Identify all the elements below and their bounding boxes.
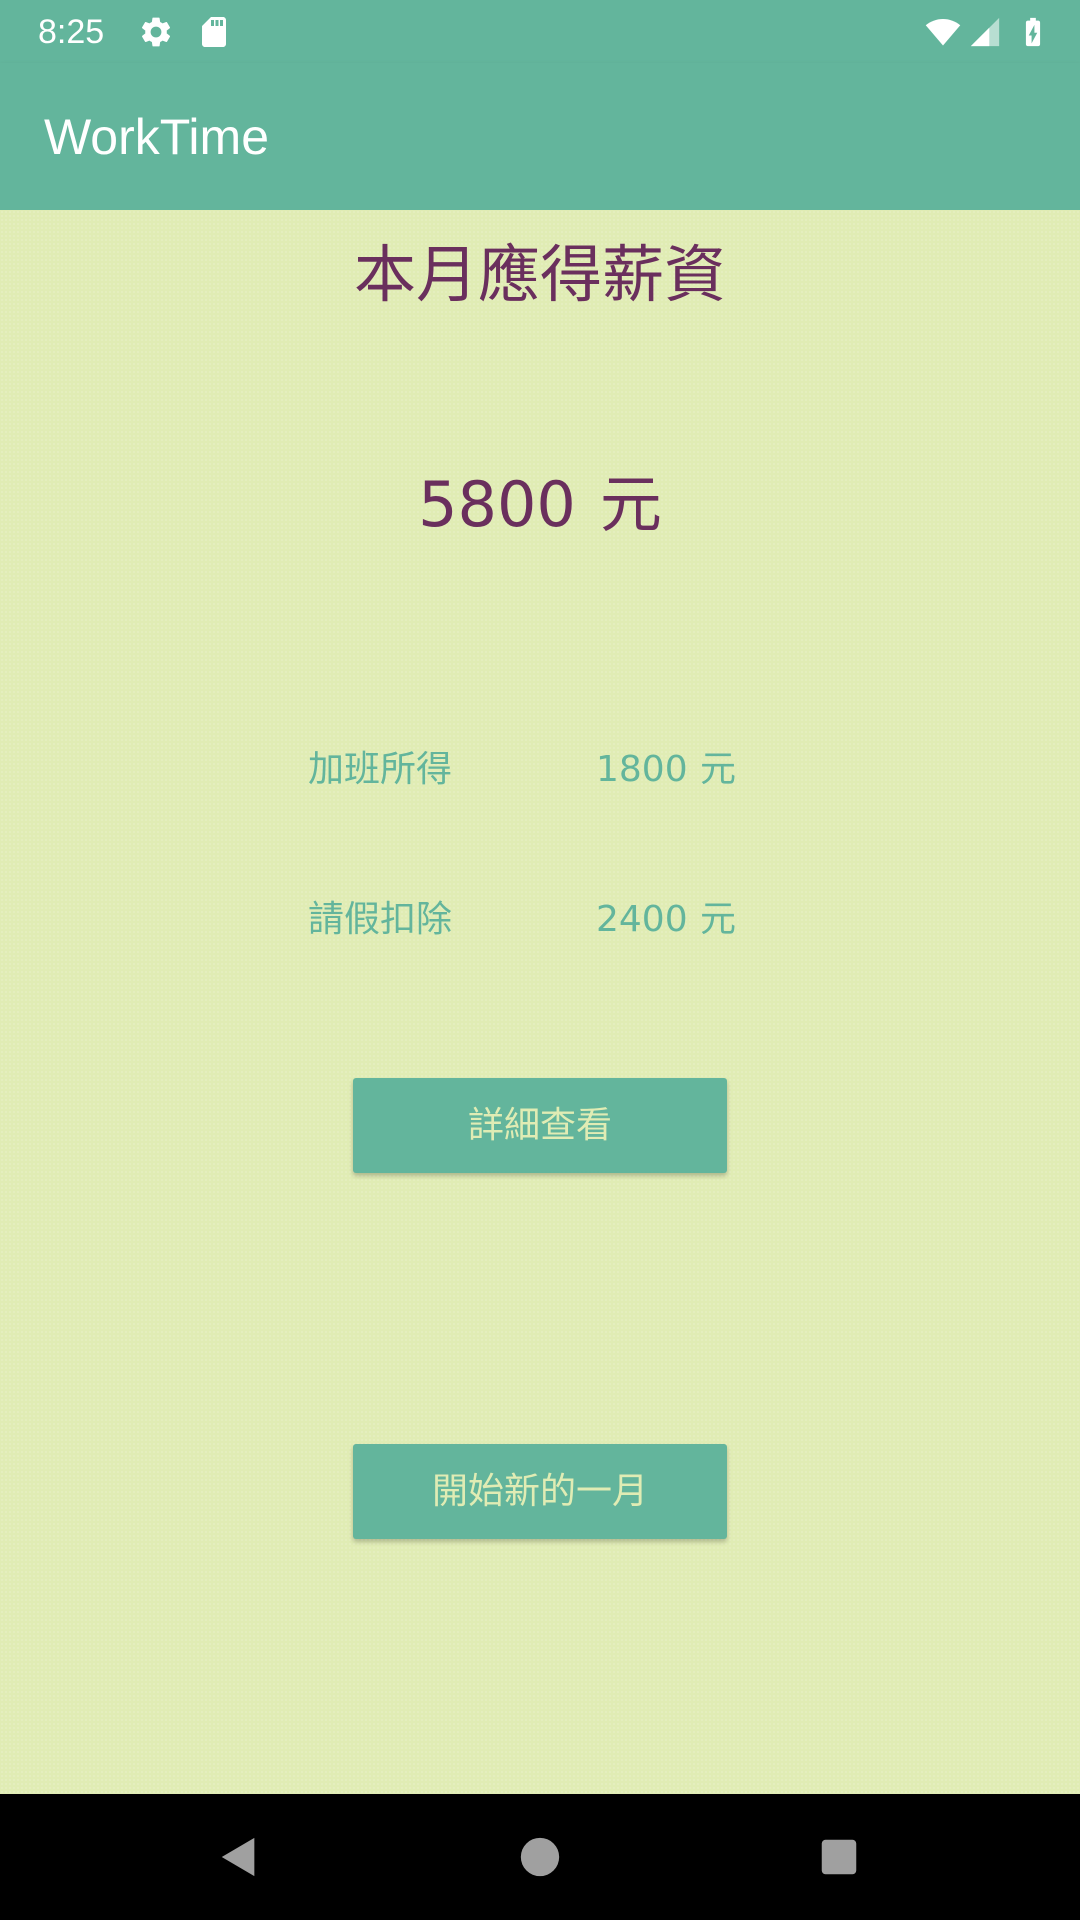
battery-charging-icon <box>1025 17 1041 47</box>
wifi-icon <box>925 18 961 46</box>
details-button[interactable]: 詳細查看 <box>353 1078 727 1173</box>
page-title: 本月應得薪資 <box>353 238 726 311</box>
overtime-label: 加班所得 <box>308 749 453 790</box>
status-bar: 8:25 <box>0 0 1080 63</box>
main-content: 本月應得薪資 5800 元 加班所得 1800 元 請假扣除 2400 元 詳細查… <box>0 210 1080 1794</box>
salary-unit: 元 <box>599 468 662 541</box>
leave-unit: 元 <box>700 899 737 940</box>
app-bar: WorkTime <box>0 63 1080 210</box>
salary-total: 5800 元 <box>0 465 1080 545</box>
signal-icon <box>970 17 1000 47</box>
navigation-bar <box>0 1794 1080 1920</box>
leave-row: 請假扣除 2400 元 <box>0 890 1080 950</box>
app-title: WorkTime <box>44 109 269 165</box>
leave-label: 請假扣除 <box>308 899 453 940</box>
new-month-button[interactable]: 開始新的一月 <box>353 1444 727 1539</box>
status-time: 8:25 <box>38 13 105 51</box>
overtime-value: 1800 <box>596 749 688 790</box>
salary-amount: 5800 <box>418 468 576 541</box>
back-icon[interactable] <box>216 1834 262 1880</box>
recents-icon[interactable] <box>816 1834 862 1880</box>
sd-card-icon <box>202 17 226 47</box>
leave-value: 2400 <box>596 899 688 940</box>
home-icon[interactable] <box>517 1834 563 1880</box>
gear-icon <box>142 17 171 47</box>
overtime-unit: 元 <box>700 749 737 790</box>
overtime-row: 加班所得 1800 元 <box>0 740 1080 800</box>
